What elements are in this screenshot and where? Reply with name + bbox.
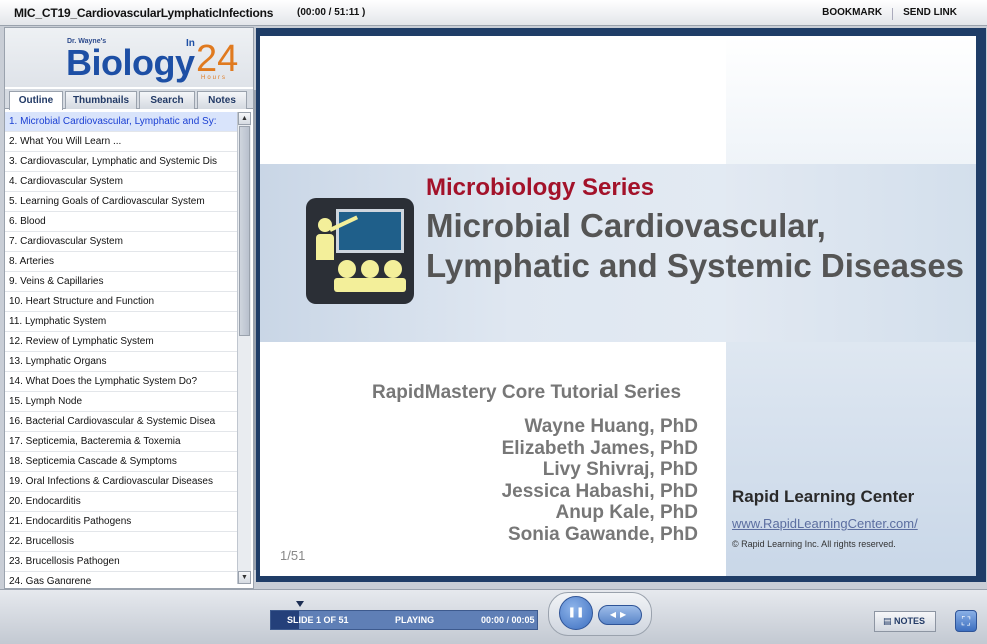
slide-title-line: Microbial Cardiovascular, <box>426 207 826 244</box>
list-item[interactable]: 12. Review of Lymphatic System <box>5 332 237 352</box>
logo: Dr. Wayne's Biology In 24 Hours <box>5 28 253 87</box>
author-list: Wayne Huang, PhD Elizabeth James, PhD Li… <box>420 416 698 545</box>
list-item[interactable]: 13. Lymphatic Organs <box>5 352 237 372</box>
list-item[interactable]: 7. Cardiovascular System <box>5 232 237 252</box>
list-item[interactable]: 3. Cardiovascular, Lymphatic and Systemi… <box>5 152 237 172</box>
slide-time: 00:00 / 00:05 <box>481 615 535 625</box>
author: Livy Shivraj, PhD <box>542 459 698 480</box>
author: Sonia Gawande, PhD <box>507 523 698 545</box>
list-item[interactable]: 19. Oral Infections & Cardiovascular Dis… <box>5 472 237 492</box>
scroll-thumb[interactable] <box>239 126 250 336</box>
progress-bar[interactable]: SLIDE 1 OF 51 PLAYING 00:00 / 00:05 <box>270 610 538 630</box>
center-name: Rapid Learning Center <box>732 487 915 506</box>
list-item[interactable]: 9. Veins & Capillaries <box>5 272 237 292</box>
author: Wayne Huang, PhD <box>524 416 698 437</box>
logo-biology: Biology <box>66 42 195 83</box>
center-url-link[interactable]: www.RapidLearningCenter.com/ <box>732 516 918 531</box>
scroll-up-icon[interactable]: ▲ <box>238 112 251 125</box>
sidebar: Dr. Wayne's Biology In 24 Hours Outline … <box>4 27 254 589</box>
author: Elizabeth James, PhD <box>501 437 698 459</box>
list-item[interactable]: 21. Endocarditis Pathogens <box>5 512 237 532</box>
list-item[interactable]: 1. Microbial Cardiovascular, Lymphatic a… <box>5 112 237 132</box>
bookmark-link[interactable]: BOOKMARK <box>812 7 892 20</box>
list-item[interactable]: 23. Brucellosis Pathogen <box>5 552 237 572</box>
logo-in: In <box>186 38 195 49</box>
fullscreen-icon: ⛶ <box>961 614 971 628</box>
player-bar: SLIDE 1 OF 51 PLAYING 00:00 / 00:05 ❚❚ ◀… <box>0 589 987 644</box>
copyright: © Rapid Learning Inc. All rights reserve… <box>732 539 896 549</box>
list-item[interactable]: 2. What You Will Learn ... <box>5 132 237 152</box>
logo-hours: Hours <box>201 75 228 81</box>
slide-title-line: Lymphatic and Systemic Diseases <box>426 247 965 284</box>
top-bar: MIC_CT19_CardiovascularLymphaticInfectio… <box>0 0 987 26</box>
tab-search[interactable]: Search <box>139 91 195 109</box>
list-item[interactable]: 22. Brucellosis <box>5 532 237 552</box>
slide: Microbiology Series Microbial Cardiovasc… <box>260 36 976 576</box>
author: Jessica Habashi, PhD <box>501 480 698 502</box>
list-item[interactable]: 11. Lymphatic System <box>5 312 237 332</box>
tab-bar: Outline Thumbnails Search Notes <box>5 89 253 110</box>
teacher-icon <box>306 198 414 304</box>
notes-icon: ▤ <box>883 616 895 626</box>
list-item[interactable]: 10. Heart Structure and Function <box>5 292 237 312</box>
outline-scrollbar[interactable]: ▲ ▼ <box>237 112 251 584</box>
play-status: PLAYING <box>395 615 435 625</box>
total-time: (00:00 / 51:11 ) <box>297 7 366 18</box>
slide-frame: Microbiology Series Microbial Cardiovasc… <box>256 28 986 582</box>
list-item[interactable]: 24. Gas Gangrene <box>5 572 237 584</box>
tab-outline[interactable]: Outline <box>9 91 63 110</box>
scroll-down-icon[interactable]: ▼ <box>238 571 251 584</box>
list-item[interactable]: 5. Learning Goals of Cardiovascular Syst… <box>5 192 237 212</box>
slide-series: Microbiology Series <box>426 174 655 201</box>
window-title: MIC_CT19_CardiovascularLymphaticInfectio… <box>14 6 274 20</box>
list-item[interactable]: 17. Septicemia, Bacteremia & Toxemia <box>5 432 237 452</box>
pause-button[interactable]: ❚❚ <box>559 596 593 630</box>
list-item[interactable]: 16. Bacterial Cardiovascular & Systemic … <box>5 412 237 432</box>
pause-icon: ❚❚ <box>567 607 585 618</box>
send-link-link[interactable]: SEND LINK <box>893 7 967 20</box>
slide-page-number: 1/51 <box>280 548 306 563</box>
tab-thumbnails[interactable]: Thumbnails <box>65 91 137 109</box>
outline-list: 1. Microbial Cardiovascular, Lymphatic a… <box>5 112 237 584</box>
tab-notes[interactable]: Notes <box>197 91 247 109</box>
author: Anup Kale, PhD <box>555 502 698 523</box>
list-item[interactable]: 4. Cardiovascular System <box>5 172 237 192</box>
list-item[interactable]: 20. Endocarditis <box>5 492 237 512</box>
list-item[interactable]: 15. Lymph Node <box>5 392 237 412</box>
slide-title: Microbial Cardiovascular, Lymphatic and … <box>426 206 964 286</box>
notes-button[interactable]: ▤ NOTES <box>874 611 936 632</box>
slide-counter: SLIDE 1 OF 51 <box>287 615 349 625</box>
list-item[interactable]: 14. What Does the Lymphatic System Do? <box>5 372 237 392</box>
prev-next-icon: ◀▶ <box>609 610 631 619</box>
notes-label: NOTES <box>894 616 926 626</box>
top-links: BOOKMARK SEND LINK <box>812 7 967 20</box>
playhead-icon[interactable] <box>296 601 304 607</box>
list-item[interactable]: 8. Arteries <box>5 252 237 272</box>
fullscreen-button[interactable]: ⛶ <box>955 610 977 632</box>
list-item[interactable]: 6. Blood <box>5 212 237 232</box>
tutorial-series: RapidMastery Core Tutorial Series <box>372 382 682 403</box>
slide-nav-buttons[interactable]: ◀▶ <box>598 605 642 625</box>
list-item[interactable]: 18. Septicemia Cascade & Symptoms <box>5 452 237 472</box>
